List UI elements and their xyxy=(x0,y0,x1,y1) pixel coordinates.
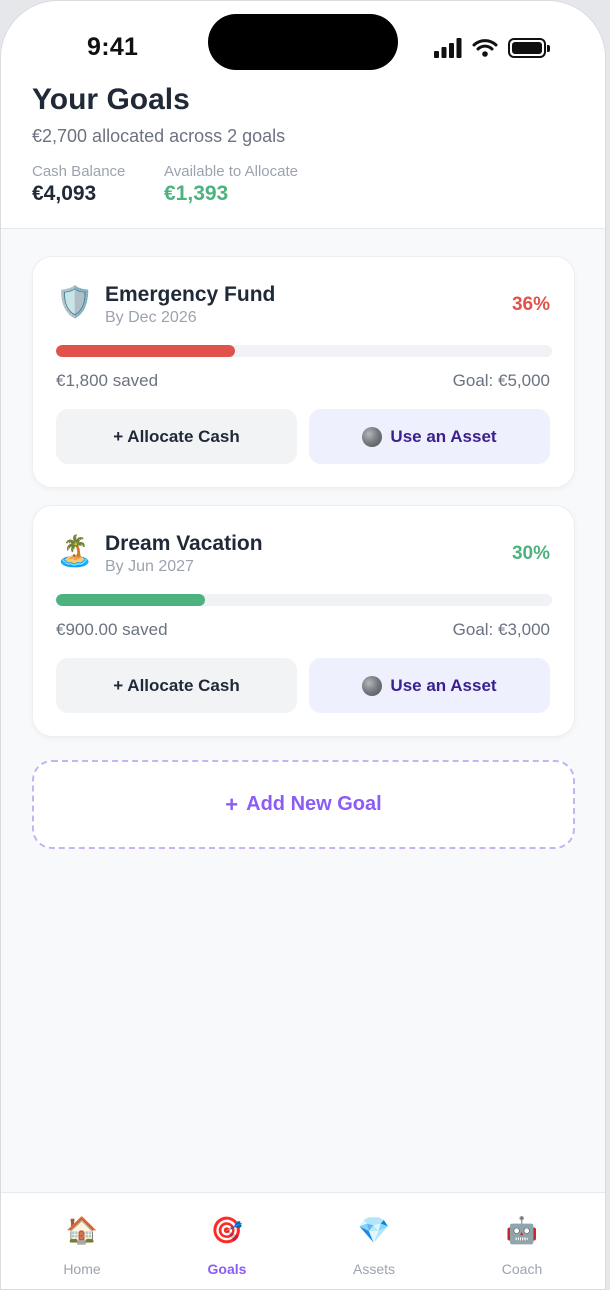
goal-amount: Goal: €3,000 xyxy=(452,620,550,639)
tab-coach[interactable]: 🤖 Coach xyxy=(472,1213,572,1277)
allocate-cash-button[interactable]: + Allocate Cash xyxy=(56,658,297,713)
battery-icon xyxy=(508,38,550,58)
goal-percent: 30% xyxy=(511,543,550,564)
status-icons xyxy=(434,36,550,60)
robot-icon: 🤖 xyxy=(505,1215,539,1245)
progress-fill xyxy=(56,345,235,357)
bottom-tab-bar: 🏠 Home 🎯 Goals 💎 Assets 🤖 Coach xyxy=(1,1192,605,1289)
target-icon: 🎯 xyxy=(210,1215,244,1245)
tab-label: Home xyxy=(63,1261,101,1277)
phone-screen: 9:41 Your Goals €2,700 allocated across … xyxy=(0,0,606,1290)
house-icon: 🏠 xyxy=(65,1215,99,1245)
dynamic-island xyxy=(208,14,398,70)
allocate-cash-label: + Allocate Cash xyxy=(113,426,240,446)
status-time: 9:41 xyxy=(87,33,139,61)
plus-icon: + xyxy=(225,791,239,817)
page-title: Your Goals xyxy=(32,83,190,116)
tab-label: Assets xyxy=(352,1261,395,1277)
goal-date: By Jun 2027 xyxy=(105,558,194,575)
available-to-allocate: Available to Allocate €1,393 xyxy=(164,163,298,206)
use-asset-button[interactable]: Use an Asset xyxy=(309,409,550,464)
tab-label: Coach xyxy=(501,1261,543,1277)
use-asset-button[interactable]: Use an Asset xyxy=(309,658,550,713)
goal-title: Dream Vacation xyxy=(105,532,263,555)
goal-date: By Dec 2026 xyxy=(105,309,197,326)
goal-card[interactable]: 🏝️ Dream Vacation By Jun 2027 30% €900.0… xyxy=(32,505,575,737)
cash-balance: Cash Balance €4,093 xyxy=(32,163,125,206)
goal-card[interactable]: 🛡️ Emergency Fund By Dec 2026 36% €1,800… xyxy=(32,256,575,488)
goal-amount: Goal: €5,000 xyxy=(452,371,550,390)
moon-icon xyxy=(362,675,383,696)
progress-fill xyxy=(56,594,205,606)
gem-icon: 💎 xyxy=(357,1215,391,1245)
signal-icon xyxy=(434,38,462,58)
tab-goals[interactable]: 🎯 Goals xyxy=(177,1213,277,1277)
saved-amount: €900.00 saved xyxy=(56,620,168,639)
shield-icon: 🛡️ xyxy=(56,286,94,319)
tab-assets[interactable]: 💎 Assets xyxy=(324,1213,424,1277)
cash-balance-label: Cash Balance xyxy=(32,163,126,180)
add-new-goal-label: Add New Goal xyxy=(246,793,382,815)
goal-percent: 36% xyxy=(511,294,550,315)
allocate-cash-button[interactable]: + Allocate Cash xyxy=(56,409,297,464)
available-value: €1,393 xyxy=(164,182,229,205)
use-asset-label: Use an Asset xyxy=(390,675,497,695)
page-subtitle: €2,700 allocated across 2 goals xyxy=(32,126,286,146)
tab-home[interactable]: 🏠 Home xyxy=(32,1213,132,1277)
tab-label: Goals xyxy=(207,1261,247,1277)
use-asset-label: Use an Asset xyxy=(390,426,497,446)
saved-amount: €1,800 saved xyxy=(56,371,159,390)
goal-title: Emergency Fund xyxy=(105,283,276,306)
add-new-goal-button[interactable]: + Add New Goal xyxy=(32,760,575,849)
beach-umbrella-icon: 🏝️ xyxy=(56,535,94,568)
available-label: Available to Allocate xyxy=(164,163,298,180)
progress-track xyxy=(56,594,552,606)
progress-track xyxy=(56,345,552,357)
moon-icon xyxy=(362,426,383,447)
wifi-icon xyxy=(472,39,498,57)
allocate-cash-label: + Allocate Cash xyxy=(113,675,240,695)
cash-balance-value: €4,093 xyxy=(32,182,97,205)
